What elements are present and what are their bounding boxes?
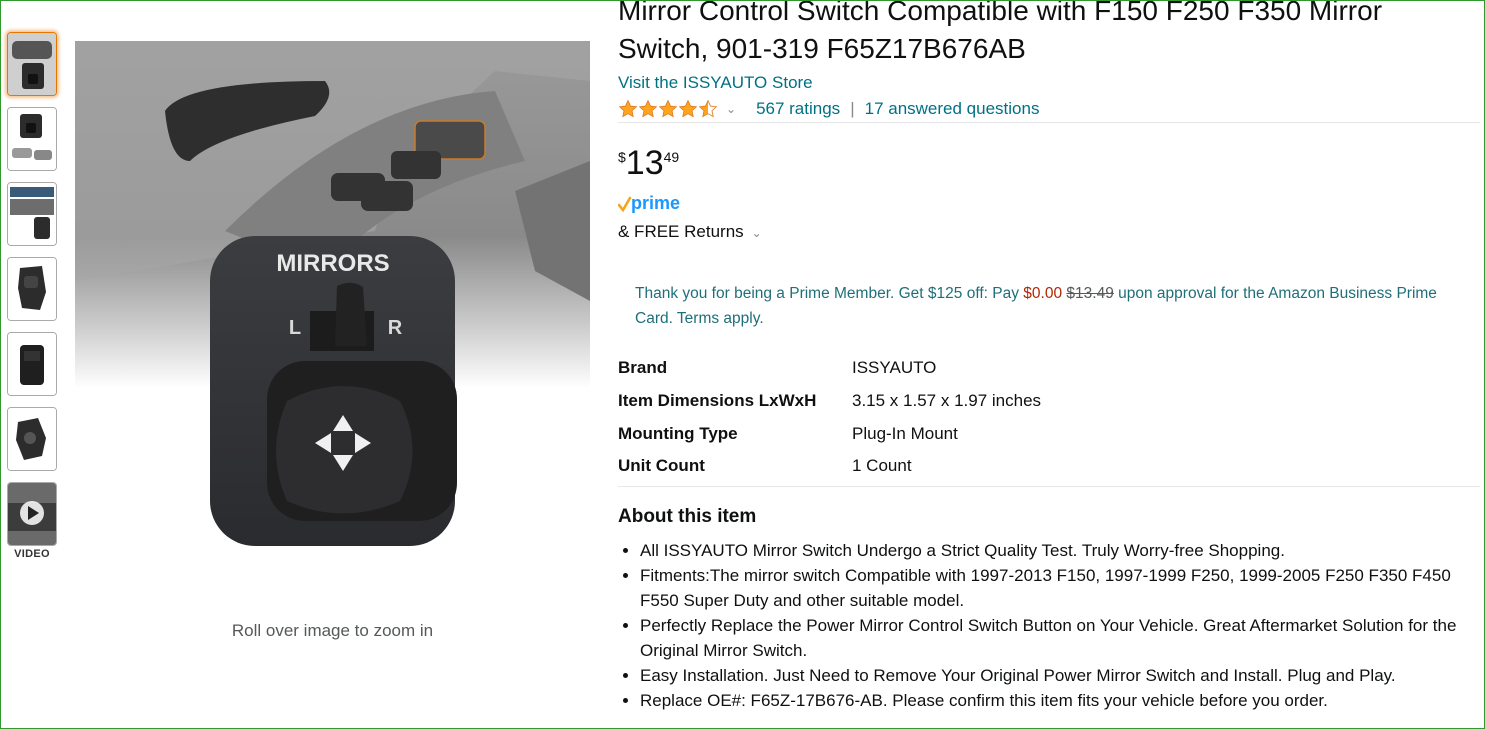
thumbnail-6[interactable]: [7, 407, 57, 471]
image-caption: MIRRORS: [276, 250, 389, 277]
spec-key: Mounting Type: [618, 423, 738, 443]
free-returns[interactable]: & FREE Returns ⌄: [618, 222, 762, 242]
thumbnail-5[interactable]: [7, 332, 57, 396]
divider: [618, 122, 1480, 123]
thumbnail-4[interactable]: [7, 257, 57, 321]
thumbnail-2[interactable]: [7, 107, 57, 171]
price-whole: 13: [625, 144, 664, 182]
prime-label: prime: [631, 193, 680, 213]
thumbnail-3[interactable]: [7, 182, 57, 246]
spec-row: Brand ISSYAUTO: [618, 352, 1041, 385]
spec-row: Unit Count 1 Count: [618, 450, 1041, 483]
star-full-icon: [618, 99, 638, 118]
separator: |: [850, 99, 855, 118]
price-symbol: $: [618, 149, 626, 165]
promo-pay-amount: $0.00: [1023, 285, 1063, 302]
image-right-letter: R: [388, 317, 403, 339]
spec-row: Item Dimensions LxWxH 3.15 x 1.57 x 1.97…: [618, 385, 1041, 418]
thumbnail-video[interactable]: [7, 482, 57, 546]
spec-key: Brand: [618, 358, 668, 378]
image-left-letter: L: [289, 317, 301, 339]
star-full-icon: [678, 99, 698, 118]
list-item: Replace OE#: F65Z-17B676-AB. Please conf…: [640, 688, 1480, 713]
list-item: Fitments:The mirror switch Compatible wi…: [640, 563, 1480, 613]
star-rating[interactable]: [618, 99, 718, 119]
price: $ 13 49: [618, 143, 679, 183]
product-specs-table: Brand ISSYAUTO Item Dimensions LxWxH 3.1…: [618, 352, 1041, 483]
video-label: VIDEO: [14, 548, 50, 560]
star-full-icon: [658, 99, 678, 118]
promo-original-price: $13.49: [1066, 285, 1114, 302]
prime-check-icon: [617, 196, 632, 213]
about-bullets: All ISSYAUTO Mirror Switch Undergo a Str…: [618, 538, 1480, 713]
star-full-icon: [638, 99, 658, 118]
price-fraction: 49: [663, 149, 680, 165]
ratings-link[interactable]: 567 ratings: [756, 99, 840, 119]
zoom-hint: Roll over image to zoom in: [231, 621, 434, 640]
rating-row: ⌄ 567 ratings | 17 answered questions: [618, 97, 1039, 121]
star-half-icon: [698, 99, 718, 118]
spec-value: Plug-In Mount: [852, 423, 958, 443]
about-heading: About this item: [618, 506, 757, 527]
divider: [618, 486, 1480, 487]
answered-questions-link[interactable]: 17 answered questions: [865, 99, 1040, 119]
spec-key: Item Dimensions LxWxH: [618, 391, 817, 411]
spec-row: Mounting Type Plug-In Mount: [618, 417, 1041, 450]
prime-badge: prime: [617, 192, 688, 216]
spec-key: Unit Count: [618, 456, 705, 476]
spec-value: 3.15 x 1.57 x 1.97 inches: [852, 391, 1042, 411]
chevron-down-icon[interactable]: ⌄: [726, 102, 736, 116]
list-item: Easy Installation. Just Need to Remove Y…: [640, 663, 1480, 688]
product-title: Mirror Control Switch Compatible with F1…: [618, 0, 1383, 64]
thumbnail-1[interactable]: [7, 32, 57, 96]
list-item: Perfectly Replace the Power Mirror Contr…: [640, 613, 1480, 663]
promo-prefix: Thank you for being a Prime Member. Get …: [635, 285, 1019, 302]
chevron-down-icon[interactable]: ⌄: [752, 226, 762, 240]
spec-value: 1 Count: [852, 456, 912, 476]
store-link[interactable]: Visit the ISSYAUTO Store: [618, 73, 813, 93]
free-returns-text: & FREE Returns: [618, 222, 744, 241]
main-product-image[interactable]: MIRRORS L R: [75, 41, 590, 601]
spec-value: ISSYAUTO: [852, 358, 937, 378]
list-item: All ISSYAUTO Mirror Switch Undergo a Str…: [640, 538, 1480, 563]
prime-card-promo: Thank you for being a Prime Member. Get …: [635, 281, 1465, 331]
